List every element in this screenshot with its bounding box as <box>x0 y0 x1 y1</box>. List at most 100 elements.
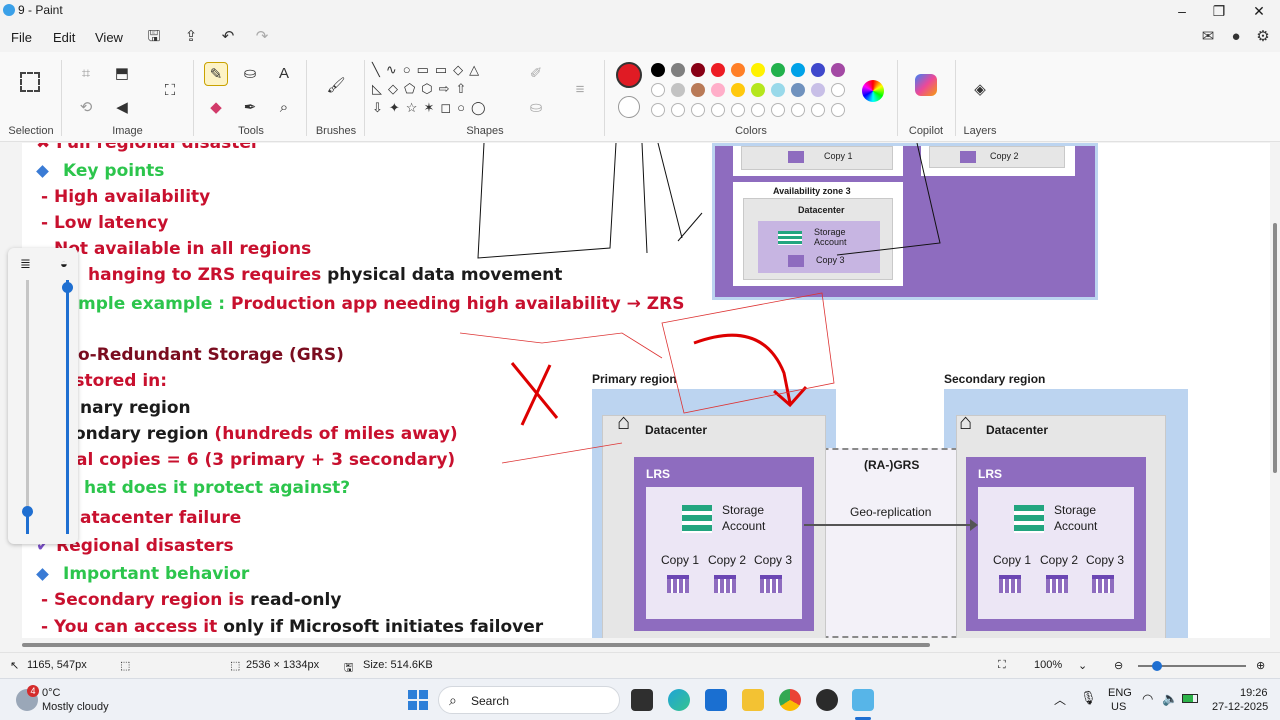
color-swatch[interactable] <box>651 63 665 77</box>
scroll-thumb[interactable] <box>1273 223 1277 473</box>
image-select-icon[interactable]: ⛶ <box>158 79 182 103</box>
obs-icon[interactable] <box>816 689 838 711</box>
windows-start-icon[interactable] <box>408 690 428 710</box>
vertical-scrollbar[interactable] <box>1270 143 1280 638</box>
zoom-out-icon[interactable]: ⊖ <box>1114 659 1123 672</box>
zoom-dropdown-icon[interactable]: ⌄ <box>1078 659 1087 672</box>
shape-fill-icon[interactable]: ⛀ <box>524 96 548 120</box>
store-icon[interactable] <box>705 689 727 711</box>
rotate-icon[interactable]: ⟲ <box>74 96 98 120</box>
color-swatch[interactable] <box>791 103 805 117</box>
color-swatch[interactable] <box>691 83 705 97</box>
color-swatch[interactable] <box>711 63 725 77</box>
language-line-2[interactable]: US <box>1111 701 1126 713</box>
feedback-icon[interactable]: ✉ <box>1196 25 1220 49</box>
redo-icon[interactable]: ↷ <box>250 25 274 49</box>
group-label-brushes: Brushes <box>315 125 357 137</box>
opacity-slider-thumb[interactable] <box>62 282 73 293</box>
size-slider[interactable] <box>22 280 33 534</box>
clock-time[interactable]: 19:26 <box>1240 687 1268 699</box>
color-swatch[interactable] <box>831 63 845 77</box>
color-swatch[interactable] <box>711 103 725 117</box>
menu-view[interactable]: View <box>95 30 123 45</box>
save-icon[interactable]: 🖫 <box>142 25 166 49</box>
color-swatch[interactable] <box>791 83 805 97</box>
magnifier-icon[interactable]: ⌕ <box>272 96 296 120</box>
resize-icon[interactable]: ⬒ <box>110 62 134 86</box>
color-swatch[interactable] <box>691 63 705 77</box>
text-icon[interactable]: A <box>272 62 296 86</box>
color-picker-icon[interactable]: ✒ <box>238 96 262 120</box>
eraser-icon[interactable]: ◆ <box>204 96 228 120</box>
taskbar-search-box[interactable]: ⌕ Search <box>438 686 620 714</box>
shapes-gallery[interactable]: ╲∿○▭▭◇△ ◺◇⬠⬡⇨⇧ ⇩✦☆✶◻○◯ <box>372 60 512 122</box>
menu-edit[interactable]: Edit <box>53 30 75 45</box>
color-swatch[interactable] <box>731 63 745 77</box>
pencil-icon[interactable]: ✎ <box>204 62 228 86</box>
color-swatch[interactable] <box>811 83 825 97</box>
secondary-color[interactable] <box>618 96 640 118</box>
task-view-icon[interactable] <box>631 689 653 711</box>
color-swatch[interactable] <box>811 103 825 117</box>
menu-file[interactable]: File <box>11 30 32 45</box>
size-slider-thumb[interactable] <box>22 506 33 517</box>
wifi-icon[interactable]: ◠ <box>1142 691 1153 707</box>
zoom-slider-thumb[interactable] <box>1152 661 1162 671</box>
undo-icon[interactable]: ↶ <box>216 25 240 49</box>
color-swatch[interactable] <box>771 63 785 77</box>
brush-icon[interactable]: 🖌 <box>324 74 348 98</box>
color-swatch[interactable] <box>751 63 765 77</box>
account-icon[interactable]: ● <box>1224 25 1248 49</box>
color-swatch[interactable] <box>691 103 705 117</box>
crop-icon[interactable]: ⌗ <box>74 62 98 86</box>
show-hidden-icons[interactable]: ︿ <box>1054 691 1066 708</box>
language-line-1[interactable]: ENG <box>1108 687 1132 699</box>
zoom-level[interactable]: 100% <box>1034 659 1062 671</box>
edit-colors-icon[interactable] <box>862 80 884 102</box>
fit-screen-icon[interactable]: ⛶ <box>998 659 1006 672</box>
color-swatch[interactable] <box>671 63 685 77</box>
paint-taskbar-icon[interactable] <box>852 689 874 711</box>
color-swatch[interactable] <box>771 103 785 117</box>
scroll-thumb[interactable] <box>22 643 930 647</box>
drawing-canvas[interactable]: ✖ Full regional disaster Key points - Hi… <box>22 143 1270 638</box>
selection-tool-icon[interactable] <box>20 72 40 92</box>
copilot-icon[interactable] <box>915 74 937 96</box>
volume-icon[interactable]: 🔈 <box>1162 691 1178 707</box>
clock-date[interactable]: 27-12-2025 <box>1212 701 1268 713</box>
maximize-button[interactable]: ❐ <box>1199 0 1239 22</box>
horizontal-scrollbar[interactable] <box>0 638 1280 652</box>
color-swatch[interactable] <box>771 83 785 97</box>
color-swatch[interactable] <box>671 83 685 97</box>
size-icon[interactable]: ≡ <box>568 78 592 102</box>
zoom-slider[interactable] <box>1138 661 1246 671</box>
color-swatch[interactable] <box>671 103 685 117</box>
chrome-icon[interactable] <box>779 689 801 711</box>
flip-icon[interactable]: ◀ <box>110 96 134 120</box>
fill-bucket-icon[interactable]: ⛀ <box>238 62 262 86</box>
minimize-button[interactable]: – <box>1162 0 1202 22</box>
layers-icon[interactable]: ◈ <box>968 78 992 102</box>
primary-color[interactable] <box>616 62 642 88</box>
file-explorer-icon[interactable] <box>742 689 764 711</box>
color-swatch[interactable] <box>731 83 745 97</box>
edge-browser-icon[interactable] <box>668 689 690 711</box>
battery-icon[interactable] <box>1182 694 1198 703</box>
share-icon[interactable]: ⇪ <box>179 25 203 49</box>
close-button[interactable]: ✕ <box>1239 0 1279 22</box>
color-swatch[interactable] <box>651 83 665 97</box>
microphone-icon[interactable]: 🎙 <box>1080 690 1097 706</box>
opacity-slider[interactable] <box>62 280 73 534</box>
color-swatch[interactable] <box>751 103 765 117</box>
color-swatch[interactable] <box>811 63 825 77</box>
color-swatch[interactable] <box>831 103 845 117</box>
settings-gear-icon[interactable]: ⚙ <box>1251 25 1275 49</box>
color-swatch[interactable] <box>791 63 805 77</box>
color-swatch[interactable] <box>731 103 745 117</box>
color-swatch[interactable] <box>651 103 665 117</box>
color-swatch[interactable] <box>831 83 845 97</box>
zoom-in-icon[interactable]: ⊕ <box>1256 659 1265 672</box>
color-swatch[interactable] <box>711 83 725 97</box>
outline-icon[interactable]: ✐ <box>524 62 548 86</box>
color-swatch[interactable] <box>751 83 765 97</box>
